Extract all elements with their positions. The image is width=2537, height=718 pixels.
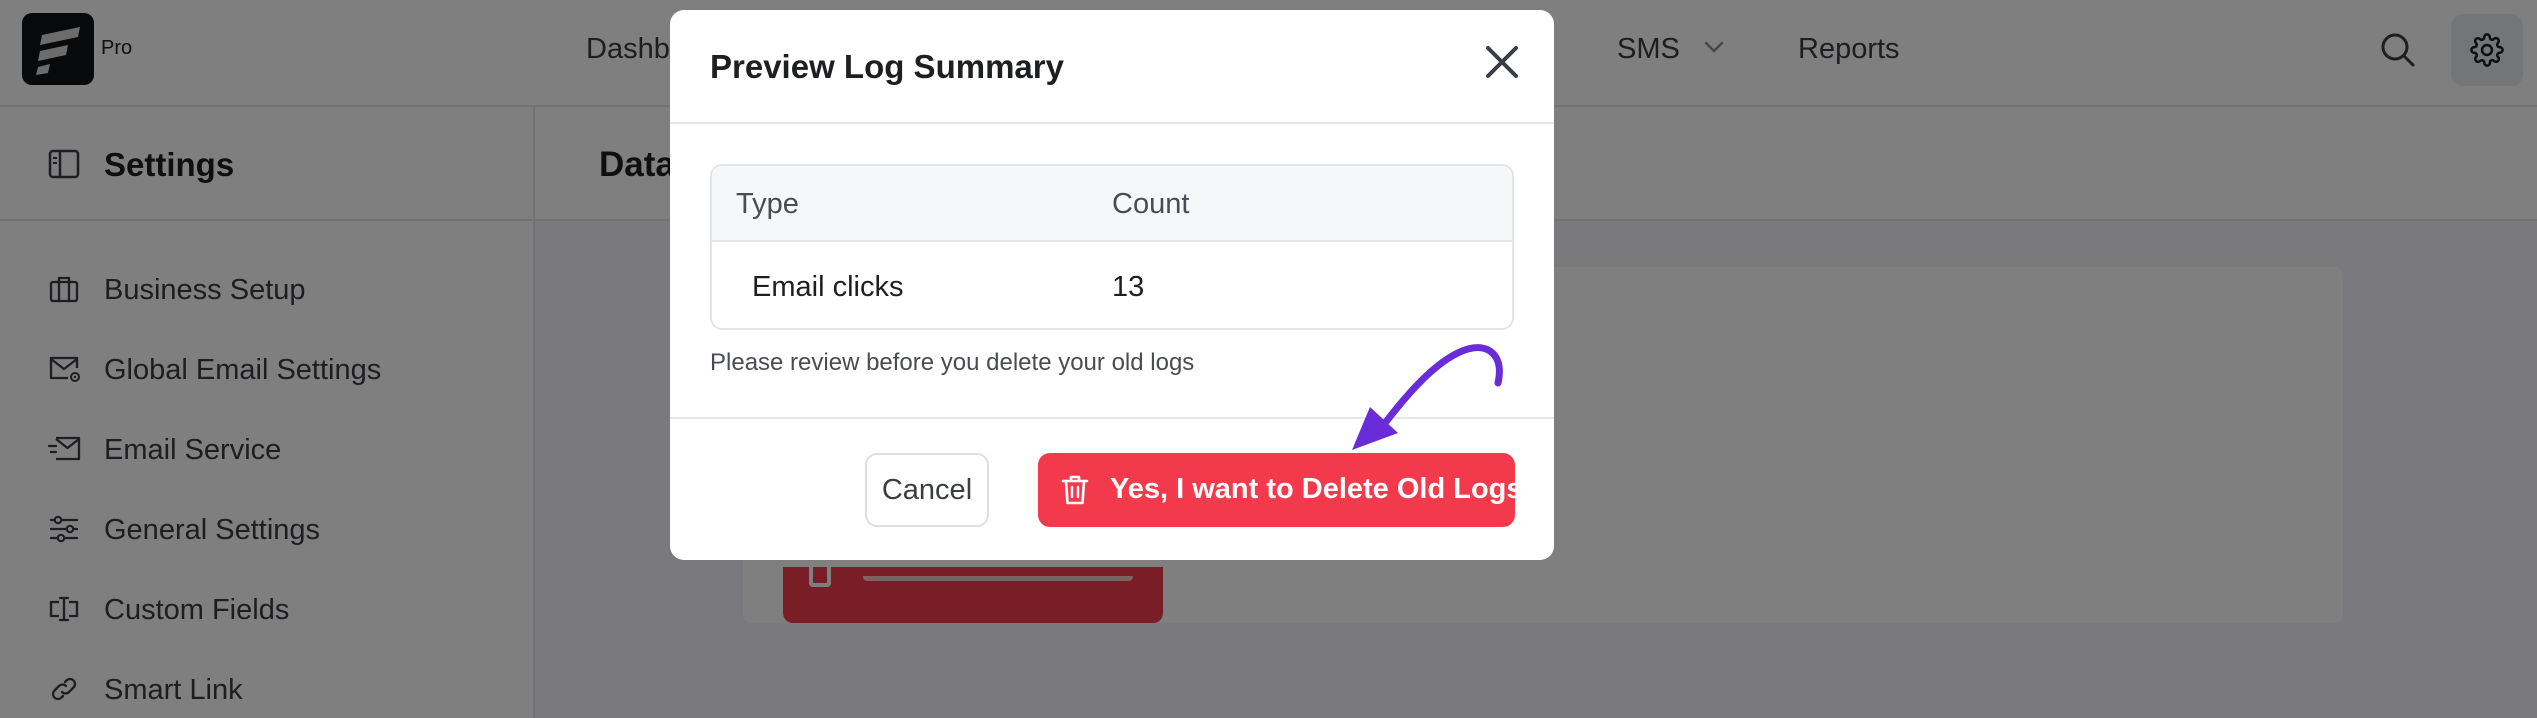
dialog-header-divider (670, 122, 1554, 124)
delete-old-logs-button[interactable]: Yes, I want to Delete Old Logs (1038, 453, 1523, 527)
table-header: Type Count (712, 166, 1512, 242)
column-header-type: Type (736, 188, 799, 220)
trash-icon (1061, 475, 1089, 505)
log-summary-table: Type Count Email clicks 13 (710, 164, 1514, 330)
annotation-arrow-icon (1352, 344, 1503, 450)
row-count-cell: 13 (1112, 271, 1145, 303)
row-type-cell: Email clicks (752, 271, 904, 303)
review-note: Please review before you delete your old… (710, 349, 1195, 376)
delete-button-label: Yes, I want to Delete Old Logs (1110, 473, 1523, 505)
cancel-button[interactable]: Cancel (865, 453, 989, 527)
column-header-count: Count (1112, 188, 1190, 220)
close-button[interactable] (1480, 40, 1524, 84)
dialog-title: Preview Log Summary (710, 48, 1064, 85)
close-icon (1486, 46, 1518, 78)
preview-log-summary-dialog: Preview Log Summary Type Count Email cli… (670, 10, 1554, 560)
